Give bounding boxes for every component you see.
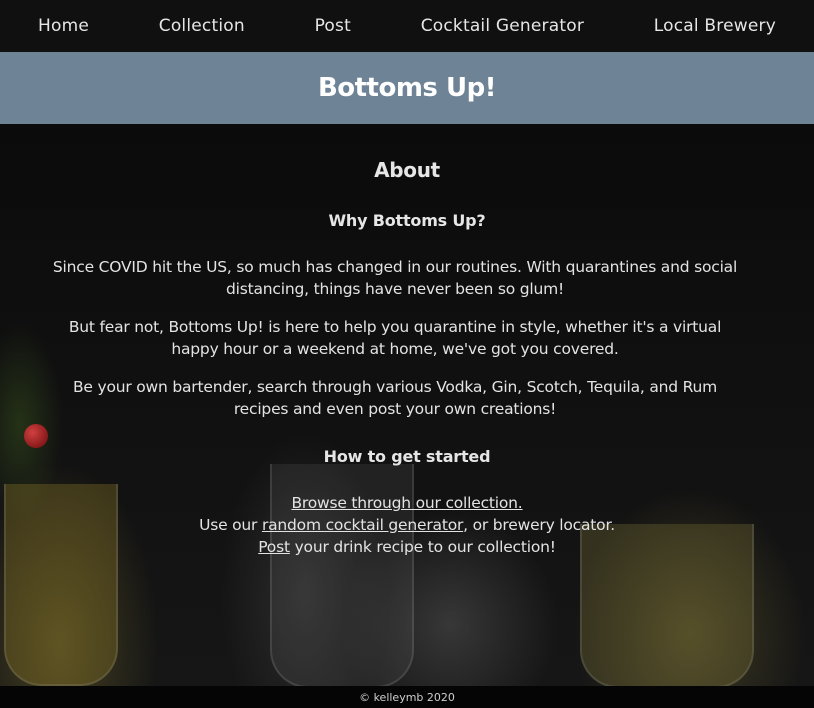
hero-banner: Bottoms Up!	[0, 52, 814, 124]
nav-home-link[interactable]: Home	[38, 16, 89, 36]
why-heading: Why Bottoms Up?	[328, 211, 486, 230]
getting-started-links: Browse through our collection. Use our r…	[0, 492, 814, 558]
browse-collection-link[interactable]: Browse through our collection.	[291, 494, 522, 512]
nav-local-brewery-link[interactable]: Local Brewery	[654, 16, 776, 36]
nav-cocktail-generator-link[interactable]: Cocktail Generator	[421, 16, 584, 36]
bartender-paragraph: Be your own bartender, search through va…	[72, 378, 717, 418]
nav-post-link[interactable]: Post	[315, 16, 351, 36]
post-recipe-text: your drink recipe to our collection!	[289, 538, 556, 556]
top-nav: Home Collection Post Cocktail Generator …	[0, 0, 814, 52]
site-title: Bottoms Up!	[317, 73, 497, 103]
about-heading: About	[374, 158, 440, 182]
intro-paragraph: Since COVID hit the US, so much has chan…	[52, 258, 738, 298]
copyright-text: © kelleymb 2020	[359, 690, 455, 704]
random-cocktail-generator-link[interactable]: random cocktail generator	[262, 516, 463, 534]
cherry-garnish-image	[24, 424, 48, 448]
nav-collection-link[interactable]: Collection	[159, 16, 245, 36]
footer: © kelleymb 2020	[0, 686, 814, 708]
use-our-text: Use our	[199, 516, 262, 534]
fear-not-paragraph: But fear not, Bottoms Up! is here to hel…	[68, 318, 722, 358]
how-to-get-started-heading: How to get started	[323, 447, 491, 466]
brewery-locator-text: , or brewery locator.	[463, 516, 615, 534]
post-link[interactable]: Post	[258, 538, 290, 556]
